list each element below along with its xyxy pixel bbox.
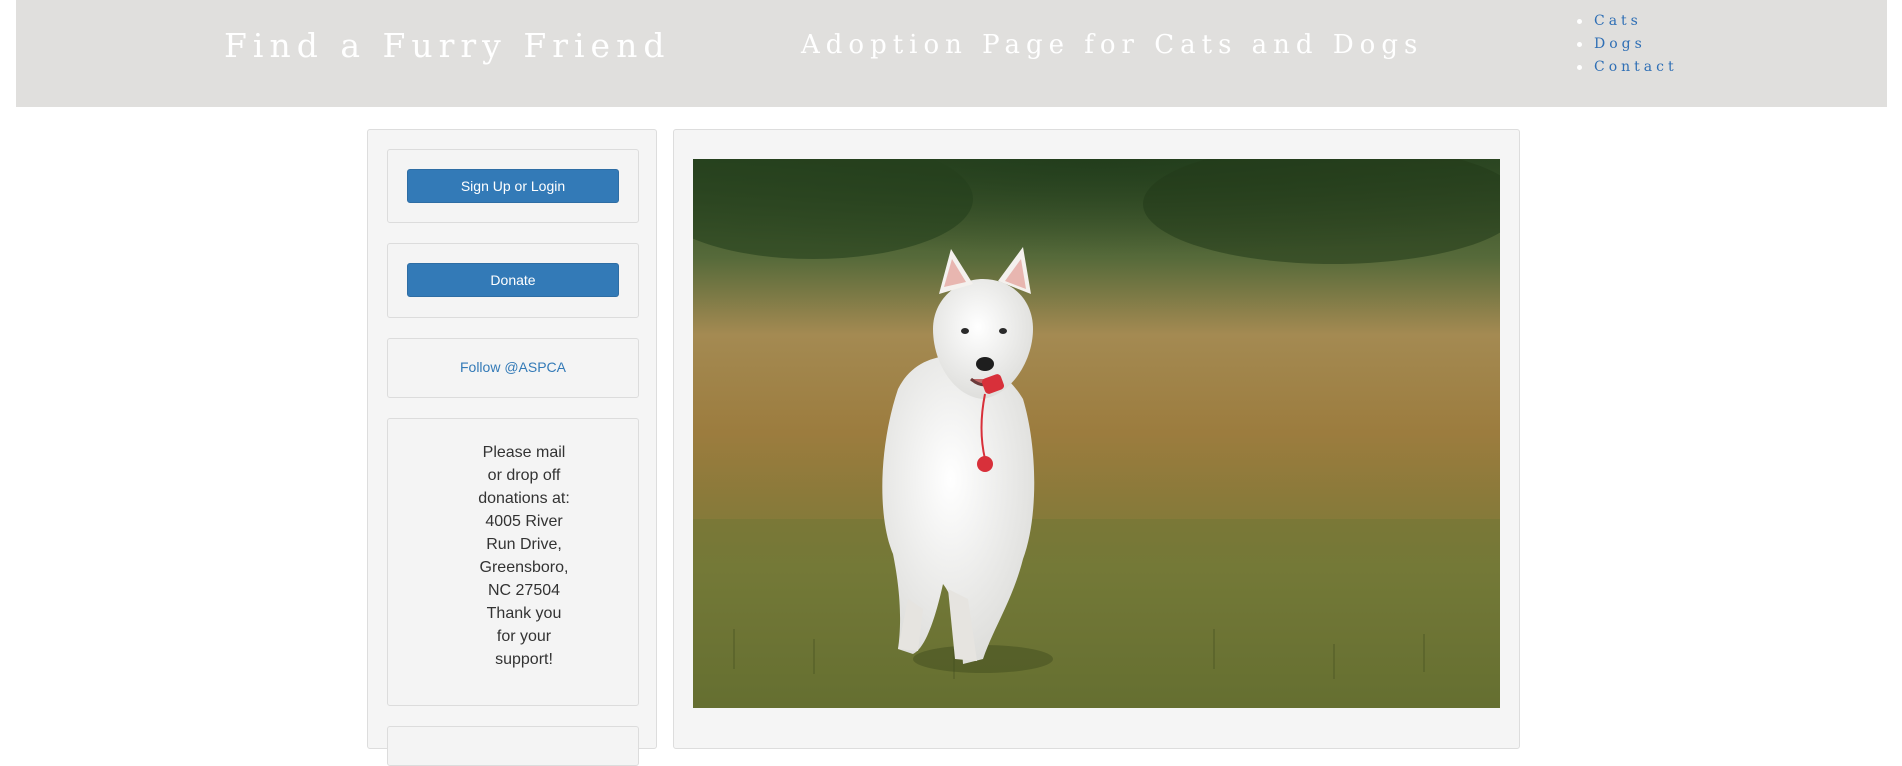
address-line: 4005 River [485,513,563,530]
address-line: Greensboro, [479,559,569,576]
hero-image-dog [693,159,1500,708]
address-line: NC 27504 [487,582,561,599]
address-line: support! [495,651,553,668]
address-line: Run Drive, [486,536,562,553]
nav-link-dogs[interactable]: Dogs [1594,36,1646,52]
site-title: Find a Furry Friend [224,26,671,65]
donation-address-card: Please mail or drop off donations at: 40… [387,418,639,706]
sidebar-card-extra [387,726,639,766]
sidebar: Sign Up or Login Donate Follow @ASPCA Pl… [367,129,657,766]
nav-item-dogs[interactable]: Dogs [1574,33,1678,56]
address-line: Please mail [482,444,566,461]
donation-address: Please mail or drop off donations at: 40… [470,441,578,671]
follow-card: Follow @ASPCA [387,338,639,398]
signup-card: Sign Up or Login [387,149,639,223]
donate-button[interactable]: Donate [407,263,619,297]
follow-aspca-link[interactable]: Follow @ASPCA [388,359,638,375]
address-line: or drop off [487,467,561,484]
main-nav: Cats Dogs Contact [1574,10,1678,79]
address-line: for your [496,628,552,645]
signup-login-button[interactable]: Sign Up or Login [407,169,619,203]
address-line: donations at: [478,490,570,507]
donate-card: Donate [387,243,639,318]
site-header: Find a Furry Friend Adoption Page for Ca… [16,0,1887,107]
main-panel [673,129,1520,749]
nav-link-contact[interactable]: Contact [1594,59,1678,75]
site-subtitle: Adoption Page for Cats and Dogs [801,30,1424,60]
address-line: Thank you [486,605,562,622]
nav-item-contact[interactable]: Contact [1574,56,1678,79]
nav-link-cats[interactable]: Cats [1594,13,1642,29]
nav-item-cats[interactable]: Cats [1574,10,1678,33]
